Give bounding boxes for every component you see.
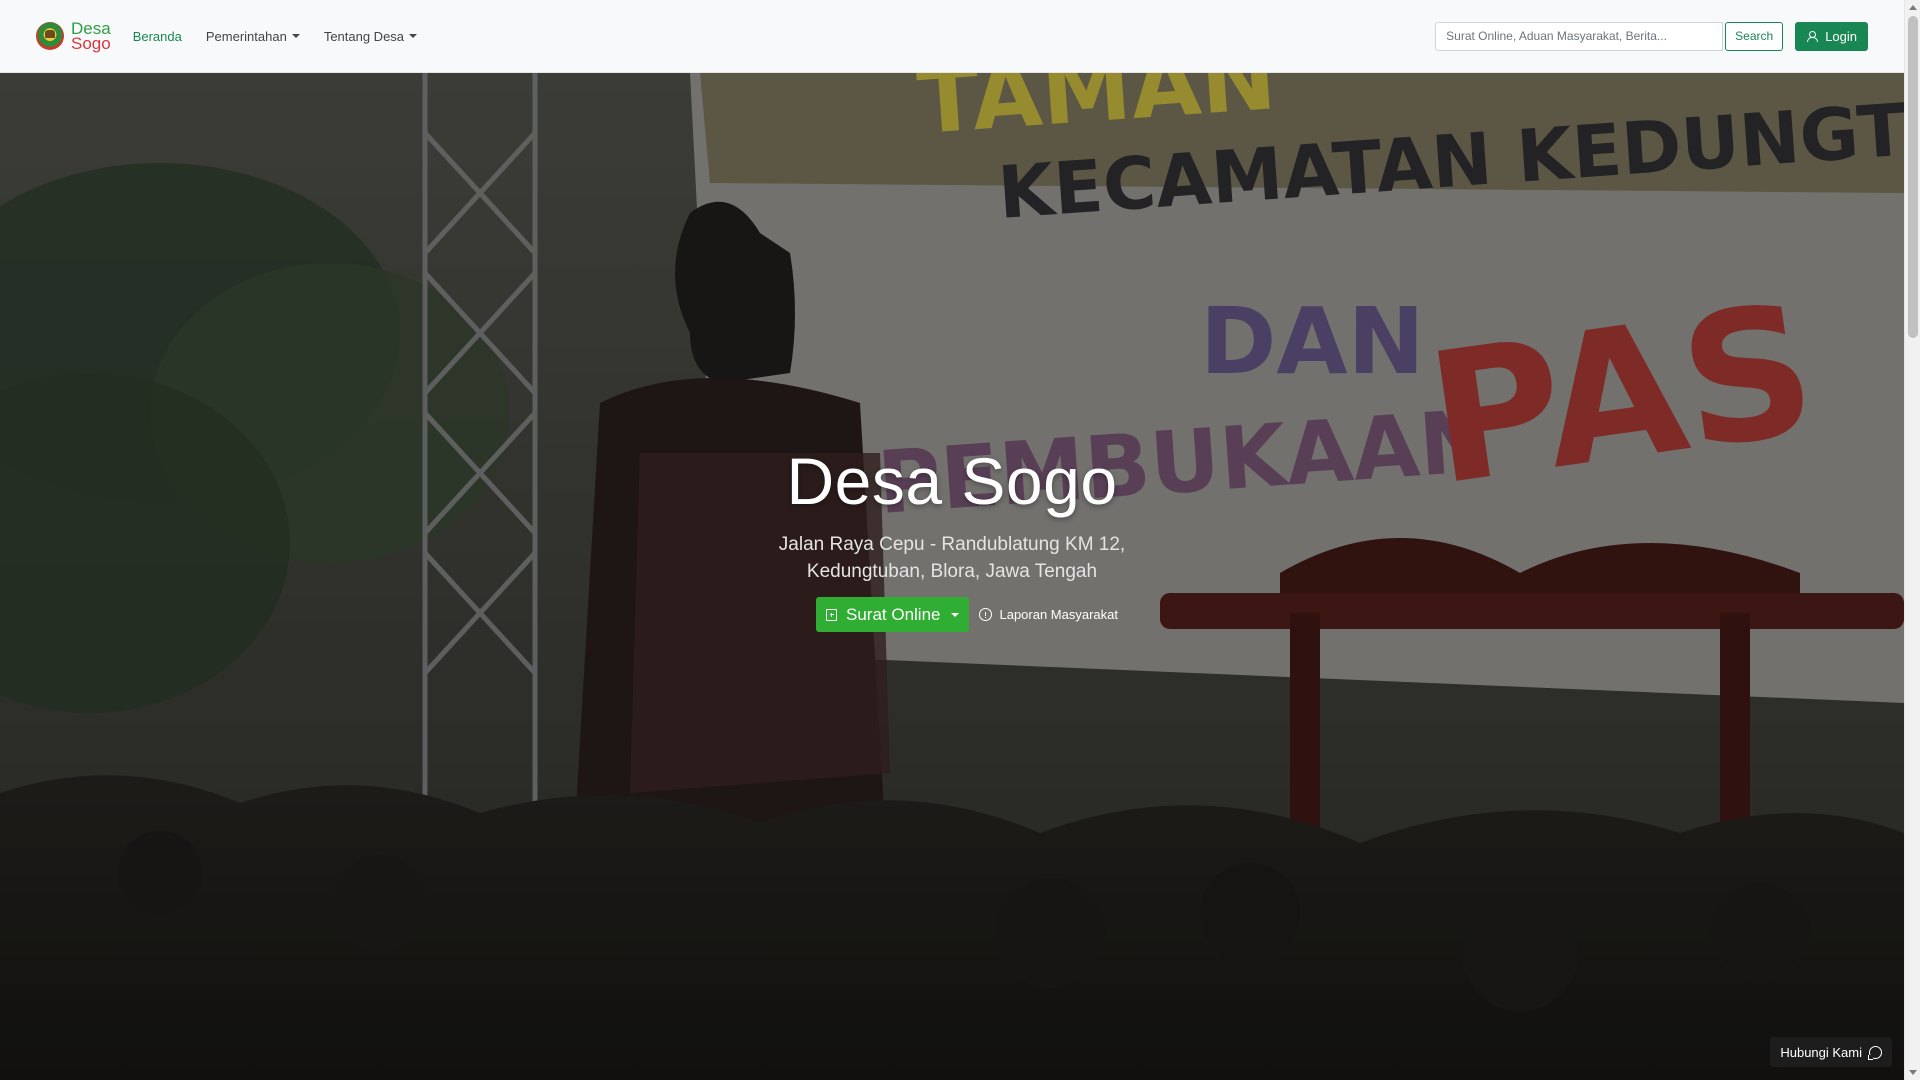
laporan-masyarakat-label: Laporan Masyarakat bbox=[999, 607, 1118, 622]
surat-online-label: Surat Online bbox=[845, 604, 941, 624]
brand-text: Desa Sogo bbox=[71, 20, 111, 53]
hubungi-kami-label: Hubungi Kami bbox=[1780, 1044, 1862, 1060]
nav-right: Search Login bbox=[1435, 21, 1868, 51]
nav-item-pemerintahan[interactable]: Pemerintahan bbox=[206, 29, 300, 44]
scrollbar-thumb[interactable] bbox=[1908, 16, 1918, 338]
scroll-up-arrow-icon[interactable] bbox=[1909, 5, 1917, 10]
page-scrollbar[interactable] bbox=[1904, 0, 1920, 1080]
nav-links: Beranda Pemerintahan Tentang Desa bbox=[133, 28, 418, 44]
caret-down-icon bbox=[951, 612, 960, 617]
search-button[interactable]: Search bbox=[1725, 21, 1784, 51]
hero-address-line2: Kedungtuban, Blora, Jawa Tengah bbox=[806, 561, 1098, 582]
brand-text-line2: Sogo bbox=[71, 34, 111, 53]
hubungi-kami-button[interactable]: Hubungi Kami bbox=[1770, 1037, 1892, 1067]
scroll-down-arrow-icon[interactable] bbox=[1909, 1070, 1917, 1075]
login-button[interactable]: Login bbox=[1795, 21, 1868, 51]
hero-address: Jalan Raya Cepu - Randublatung KM 12, Ke… bbox=[0, 531, 1904, 585]
hero-actions: Surat Online Laporan Masyarakat bbox=[0, 597, 1904, 632]
nav-item-label: Pemerintahan bbox=[205, 28, 287, 44]
hero-address-line1: Jalan Raya Cepu - Randublatung KM 12, bbox=[778, 534, 1126, 555]
search-input[interactable] bbox=[1435, 21, 1724, 51]
info-circle-icon bbox=[979, 608, 993, 621]
hero-section: KECAMATAN KEDUNGTUBA TAMAN DAN PEMBUKAAN… bbox=[0, 73, 1904, 1080]
login-label: Login bbox=[1825, 28, 1857, 44]
laporan-masyarakat-link[interactable]: Laporan Masyarakat bbox=[979, 607, 1118, 622]
surat-online-button[interactable]: Surat Online bbox=[815, 597, 970, 632]
village-emblem-icon bbox=[36, 22, 64, 50]
nav-item-label: Beranda bbox=[132, 28, 182, 44]
top-navbar: Desa Sogo Beranda Pemerintahan Tentang D… bbox=[0, 0, 1904, 73]
user-icon bbox=[1806, 30, 1819, 42]
brand-logo-link[interactable]: Desa Sogo bbox=[36, 20, 111, 53]
whatsapp-icon bbox=[1868, 1045, 1882, 1060]
caret-down-icon bbox=[291, 34, 300, 38]
caret-down-icon bbox=[409, 34, 418, 38]
document-plus-icon bbox=[825, 608, 837, 621]
nav-item-tentang-desa[interactable]: Tentang Desa bbox=[323, 28, 418, 44]
nav-item-label: Tentang Desa bbox=[323, 28, 405, 44]
nav-item-beranda[interactable]: Beranda bbox=[133, 29, 182, 44]
hero-title: Desa Sogo bbox=[786, 444, 1118, 518]
page: Desa Sogo Beranda Pemerintahan Tentang D… bbox=[0, 0, 1920, 1080]
